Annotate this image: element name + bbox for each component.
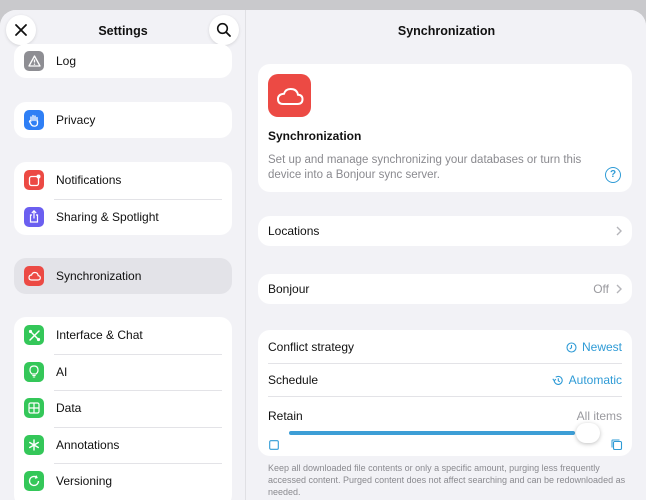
sidebar-item-log[interactable]: Log <box>14 44 232 78</box>
sync-heading: Synchronization <box>268 129 362 143</box>
sidebar-group-synchronization: Synchronization <box>14 258 232 294</box>
sidebar-item-data[interactable]: Data <box>14 390 232 427</box>
sidebar-group-notifications: Notifications Sharing & Spotlight <box>14 162 232 235</box>
conflict-strategy-row[interactable]: Conflict strategy Newest <box>258 332 632 362</box>
sidebar-item-label: Annotations <box>56 437 120 452</box>
cloud-icon <box>24 266 44 286</box>
sidebar-item-ai[interactable]: AI <box>14 353 232 391</box>
sidebar-item-label: Privacy <box>56 113 96 127</box>
sync-options-card: Conflict strategy Newest Schedule Automa… <box>258 330 632 456</box>
page-title: Synchronization <box>397 24 496 38</box>
sidebar-item-sharing[interactable]: Sharing & Spotlight <box>14 198 232 236</box>
notification-icon <box>24 170 44 191</box>
chevron-right-icon <box>616 226 622 236</box>
sidebar-item-annotations[interactable]: Annotations <box>14 426 232 464</box>
sidebar-item-notifications[interactable]: Notifications <box>14 162 232 199</box>
sync-description: Set up and manage synchronizing your dat… <box>268 154 582 181</box>
bonjour-row[interactable]: Bonjour Off <box>258 274 632 304</box>
search-button[interactable] <box>209 15 239 45</box>
retain-slider-track[interactable] <box>289 431 575 435</box>
clock-icon <box>566 341 577 353</box>
retain-label: Retain <box>268 409 303 423</box>
close-icon <box>15 24 27 36</box>
sidebar-item-label: Log <box>56 54 77 68</box>
help-icon[interactable]: ? <box>605 167 621 183</box>
sidebar-item-label: Data <box>56 401 82 416</box>
bonjour-card: Bonjour Off <box>258 274 632 304</box>
conflict-strategy-label: Conflict strategy <box>268 340 355 354</box>
schedule-menu[interactable]: Automatic <box>551 373 622 387</box>
grid-icon <box>24 398 44 419</box>
locations-card: Locations <box>258 216 632 246</box>
schedule-row[interactable]: Schedule Automatic <box>258 365 632 395</box>
stack-box-icon <box>611 439 623 451</box>
warning-icon <box>24 51 44 71</box>
sidebar-item-privacy[interactable]: Privacy <box>14 102 232 138</box>
retain-footer-note: Keep all downloaded file contents or onl… <box>268 463 626 497</box>
lightbulb-icon <box>24 361 44 382</box>
search-icon <box>216 22 231 37</box>
sidebar-item-versioning[interactable]: Versioning <box>14 463 232 500</box>
retain-slider-thumb[interactable] <box>576 423 600 443</box>
sidebar-group-log: Log <box>14 44 232 78</box>
retain-value: All items <box>576 409 622 423</box>
refresh-icon <box>24 471 44 492</box>
schedule-label: Schedule <box>268 373 319 387</box>
clock-arrow-icon <box>551 375 563 385</box>
sidebar-item-interface-chat[interactable]: Interface & Chat <box>14 317 232 354</box>
tools-icon <box>24 325 44 346</box>
settings-sheet: Settings Log Privacy Notifications Shari… <box>0 10 646 500</box>
sync-info-card: Synchronization Set up and manage synchr… <box>258 64 632 192</box>
close-button[interactable] <box>6 15 36 45</box>
sidebar-group-general: Interface & Chat AI Data Annotations Ver… <box>14 317 232 500</box>
small-box-icon <box>269 440 279 450</box>
schedule-value: Automatic <box>568 373 622 387</box>
conflict-strategy-menu[interactable]: Newest <box>566 340 622 354</box>
locations-label: Locations <box>268 224 320 238</box>
divider <box>268 363 622 364</box>
conflict-strategy-value: Newest <box>581 340 622 354</box>
sidebar-item-label: Versioning <box>56 474 113 489</box>
bonjour-label: Bonjour <box>268 282 310 296</box>
sidebar-group-privacy: Privacy <box>14 102 232 138</box>
divider <box>268 396 622 397</box>
sidebar-item-label: Interface & Chat <box>56 328 143 343</box>
bonjour-value: Off <box>593 282 609 296</box>
retain-row: Retain All items <box>258 406 632 426</box>
sidebar-item-label: Notifications <box>56 173 122 188</box>
hand-icon <box>24 110 44 130</box>
sidebar-item-label: Synchronization <box>56 269 142 283</box>
sidebar-item-label: AI <box>56 364 68 379</box>
chevron-right-icon <box>616 284 622 294</box>
asterisk-icon <box>24 434 44 455</box>
cloud-icon <box>268 74 311 117</box>
sidebar-item-label: Sharing & Spotlight <box>56 209 159 224</box>
detail-pane: Synchronization Synchronization Set up a… <box>247 10 646 500</box>
locations-row[interactable]: Locations <box>258 216 632 246</box>
sidebar-item-synchronization[interactable]: Synchronization <box>14 258 232 294</box>
share-icon <box>24 206 44 227</box>
settings-sidebar: Settings Log Privacy Notifications Shari… <box>0 10 246 500</box>
